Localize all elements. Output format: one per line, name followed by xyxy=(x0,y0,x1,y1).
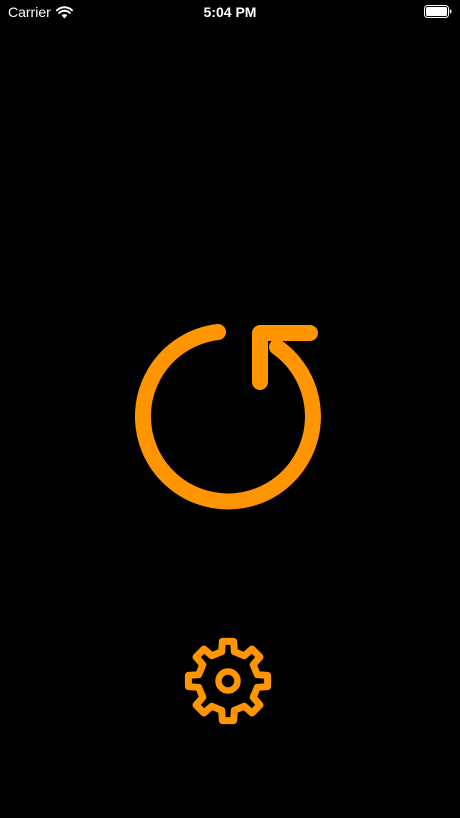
battery-full-icon xyxy=(424,5,452,18)
settings-button[interactable] xyxy=(180,633,276,729)
gear-outline xyxy=(184,637,272,725)
status-time: 5:04 PM xyxy=(203,4,257,20)
reset-button[interactable] xyxy=(135,322,325,514)
gear-icon xyxy=(184,637,272,725)
status-bar: Carrier 5:04 PM xyxy=(0,0,460,24)
counterclockwise-arrow-icon xyxy=(135,324,321,510)
